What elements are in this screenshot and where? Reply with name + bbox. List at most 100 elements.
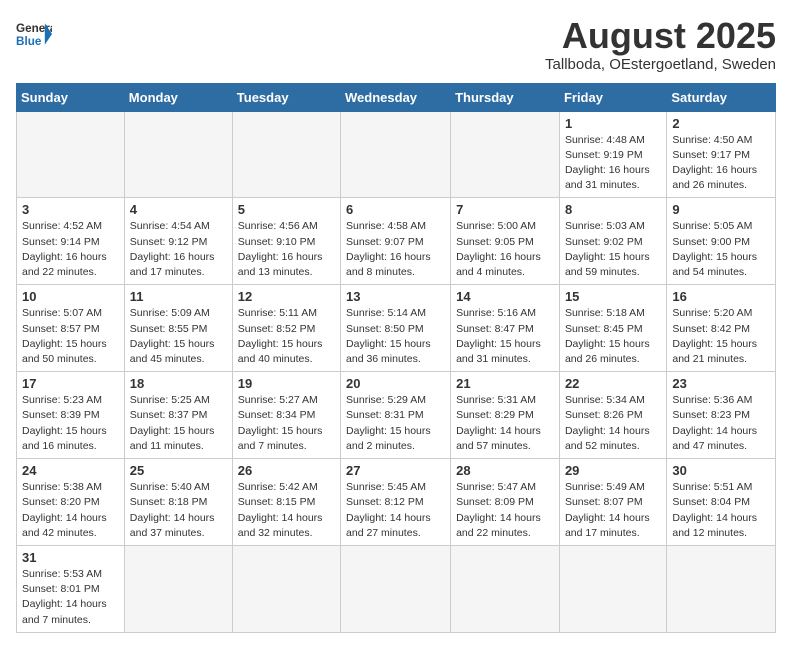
day-info: Sunrise: 4:50 AM Sunset: 9:17 PM Dayligh… bbox=[672, 133, 770, 194]
day-number: 29 bbox=[565, 463, 661, 478]
week-row-3: 10Sunrise: 5:07 AM Sunset: 8:57 PM Dayli… bbox=[17, 285, 776, 372]
week-row-4: 17Sunrise: 5:23 AM Sunset: 8:39 PM Dayli… bbox=[17, 372, 776, 459]
calendar-cell: 20 Sunrise: 5:29 AM Sunset: 8:31 PM Dayli… bbox=[341, 372, 451, 459]
day-info: Sunrise: 5:23 AM Sunset: 8:39 PM Dayligh… bbox=[22, 393, 119, 454]
day-number: 31 bbox=[22, 550, 119, 565]
calendar-cell bbox=[451, 545, 560, 632]
calendar-cell: 29 Sunrise: 5:49 AM Sunset: 8:07 PM Dayli… bbox=[559, 459, 666, 546]
calendar-cell: 28Sunrise: 5:47 AM Sunset: 8:09 PM Dayli… bbox=[451, 459, 560, 546]
weekday-header-friday: Friday bbox=[559, 83, 666, 111]
calendar-cell bbox=[559, 545, 666, 632]
day-info: Sunrise: 5:51 AM Sunset: 8:04 PM Dayligh… bbox=[672, 480, 770, 541]
calendar-cell: 17Sunrise: 5:23 AM Sunset: 8:39 PM Dayli… bbox=[17, 372, 125, 459]
day-number: 13 bbox=[346, 289, 445, 304]
calendar-cell: 11 Sunrise: 5:09 AM Sunset: 8:55 PM Dayli… bbox=[124, 285, 232, 372]
day-number: 18 bbox=[130, 376, 227, 391]
weekday-header-sunday: Sunday bbox=[17, 83, 125, 111]
calendar-cell: 4 Sunrise: 4:54 AM Sunset: 9:12 PM Daylig… bbox=[124, 198, 232, 285]
day-info: Sunrise: 5:27 AM Sunset: 8:34 PM Dayligh… bbox=[238, 393, 335, 454]
day-info: Sunrise: 4:48 AM Sunset: 9:19 PM Dayligh… bbox=[565, 133, 661, 194]
day-number: 21 bbox=[456, 376, 554, 391]
day-info: Sunrise: 5:36 AM Sunset: 8:23 PM Dayligh… bbox=[672, 393, 770, 454]
weekday-header-tuesday: Tuesday bbox=[232, 83, 340, 111]
day-number: 16 bbox=[672, 289, 770, 304]
logo: General Blue bbox=[16, 16, 52, 52]
day-info: Sunrise: 5:49 AM Sunset: 8:07 PM Dayligh… bbox=[565, 480, 661, 541]
day-info: Sunrise: 5:05 AM Sunset: 9:00 PM Dayligh… bbox=[672, 219, 770, 280]
week-row-1: 1Sunrise: 4:48 AM Sunset: 9:19 PM Daylig… bbox=[17, 111, 776, 198]
day-number: 7 bbox=[456, 202, 554, 217]
svg-text:Blue: Blue bbox=[16, 35, 42, 48]
logo-icon: General Blue bbox=[16, 16, 52, 52]
day-number: 11 bbox=[130, 289, 227, 304]
calendar-table: SundayMondayTuesdayWednesdayThursdayFrid… bbox=[16, 83, 776, 633]
day-info: Sunrise: 5:40 AM Sunset: 8:18 PM Dayligh… bbox=[130, 480, 227, 541]
day-info: Sunrise: 5:14 AM Sunset: 8:50 PM Dayligh… bbox=[346, 306, 445, 367]
calendar-cell bbox=[341, 545, 451, 632]
day-number: 3 bbox=[22, 202, 119, 217]
day-number: 27 bbox=[346, 463, 445, 478]
day-number: 4 bbox=[130, 202, 227, 217]
weekday-header-wednesday: Wednesday bbox=[341, 83, 451, 111]
calendar-cell bbox=[232, 545, 340, 632]
calendar-cell: 26 Sunrise: 5:42 AM Sunset: 8:15 PM Dayli… bbox=[232, 459, 340, 546]
day-info: Sunrise: 4:56 AM Sunset: 9:10 PM Dayligh… bbox=[238, 219, 335, 280]
day-info: Sunrise: 5:00 AM Sunset: 9:05 PM Dayligh… bbox=[456, 219, 554, 280]
calendar-cell bbox=[17, 111, 125, 198]
calendar-cell: 8Sunrise: 5:03 AM Sunset: 9:02 PM Daylig… bbox=[559, 198, 666, 285]
day-info: Sunrise: 5:45 AM Sunset: 8:12 PM Dayligh… bbox=[346, 480, 445, 541]
calendar-cell bbox=[341, 111, 451, 198]
day-number: 24 bbox=[22, 463, 119, 478]
calendar-cell: 30Sunrise: 5:51 AM Sunset: 8:04 PM Dayli… bbox=[667, 459, 776, 546]
week-row-5: 24 Sunrise: 5:38 AM Sunset: 8:20 PM Dayli… bbox=[17, 459, 776, 546]
calendar-cell: 6 Sunrise: 4:58 AM Sunset: 9:07 PM Daylig… bbox=[341, 198, 451, 285]
calendar-cell: 7 Sunrise: 5:00 AM Sunset: 9:05 PM Daylig… bbox=[451, 198, 560, 285]
day-number: 14 bbox=[456, 289, 554, 304]
day-number: 22 bbox=[565, 376, 661, 391]
day-info: Sunrise: 5:47 AM Sunset: 8:09 PM Dayligh… bbox=[456, 480, 554, 541]
day-info: Sunrise: 5:18 AM Sunset: 8:45 PM Dayligh… bbox=[565, 306, 661, 367]
day-number: 23 bbox=[672, 376, 770, 391]
day-number: 2 bbox=[672, 116, 770, 131]
day-number: 6 bbox=[346, 202, 445, 217]
day-info: Sunrise: 5:11 AM Sunset: 8:52 PM Dayligh… bbox=[238, 306, 335, 367]
day-info: Sunrise: 5:31 AM Sunset: 8:29 PM Dayligh… bbox=[456, 393, 554, 454]
title-block: August 2025 Tallboda, OEstergoetland, Sw… bbox=[545, 16, 776, 73]
header: General Blue August 2025 Tallboda, OEste… bbox=[16, 16, 776, 73]
day-number: 5 bbox=[238, 202, 335, 217]
day-info: Sunrise: 4:58 AM Sunset: 9:07 PM Dayligh… bbox=[346, 219, 445, 280]
calendar-cell: 18Sunrise: 5:25 AM Sunset: 8:37 PM Dayli… bbox=[124, 372, 232, 459]
day-info: Sunrise: 5:16 AM Sunset: 8:47 PM Dayligh… bbox=[456, 306, 554, 367]
day-number: 20 bbox=[346, 376, 445, 391]
day-info: Sunrise: 5:42 AM Sunset: 8:15 PM Dayligh… bbox=[238, 480, 335, 541]
day-number: 15 bbox=[565, 289, 661, 304]
calendar-cell: 19 Sunrise: 5:27 AM Sunset: 8:34 PM Dayli… bbox=[232, 372, 340, 459]
calendar-cell: 31Sunrise: 5:53 AM Sunset: 8:01 PM Dayli… bbox=[17, 545, 125, 632]
day-number: 8 bbox=[565, 202, 661, 217]
calendar-cell: 5 Sunrise: 4:56 AM Sunset: 9:10 PM Daylig… bbox=[232, 198, 340, 285]
weekday-header-monday: Monday bbox=[124, 83, 232, 111]
calendar-cell: 22Sunrise: 5:34 AM Sunset: 8:26 PM Dayli… bbox=[559, 372, 666, 459]
calendar-title: August 2025 bbox=[545, 16, 776, 56]
calendar-cell: 14 Sunrise: 5:16 AM Sunset: 8:47 PM Dayli… bbox=[451, 285, 560, 372]
day-info: Sunrise: 5:29 AM Sunset: 8:31 PM Dayligh… bbox=[346, 393, 445, 454]
calendar-subtitle: Tallboda, OEstergoetland, Sweden bbox=[545, 56, 776, 73]
calendar-cell: 23 Sunrise: 5:36 AM Sunset: 8:23 PM Dayli… bbox=[667, 372, 776, 459]
calendar-cell: 2 Sunrise: 4:50 AM Sunset: 9:17 PM Daylig… bbox=[667, 111, 776, 198]
calendar-cell: 16 Sunrise: 5:20 AM Sunset: 8:42 PM Dayli… bbox=[667, 285, 776, 372]
calendar-cell bbox=[124, 545, 232, 632]
weekday-header-thursday: Thursday bbox=[451, 83, 560, 111]
day-info: Sunrise: 5:09 AM Sunset: 8:55 PM Dayligh… bbox=[130, 306, 227, 367]
calendar-cell bbox=[451, 111, 560, 198]
day-info: Sunrise: 4:54 AM Sunset: 9:12 PM Dayligh… bbox=[130, 219, 227, 280]
day-number: 19 bbox=[238, 376, 335, 391]
week-row-6: 31Sunrise: 5:53 AM Sunset: 8:01 PM Dayli… bbox=[17, 545, 776, 632]
day-info: Sunrise: 5:20 AM Sunset: 8:42 PM Dayligh… bbox=[672, 306, 770, 367]
day-info: Sunrise: 5:38 AM Sunset: 8:20 PM Dayligh… bbox=[22, 480, 119, 541]
day-number: 26 bbox=[238, 463, 335, 478]
calendar-cell: 12Sunrise: 5:11 AM Sunset: 8:52 PM Dayli… bbox=[232, 285, 340, 372]
week-row-2: 3 Sunrise: 4:52 AM Sunset: 9:14 PM Daylig… bbox=[17, 198, 776, 285]
day-info: Sunrise: 4:52 AM Sunset: 9:14 PM Dayligh… bbox=[22, 219, 119, 280]
day-info: Sunrise: 5:07 AM Sunset: 8:57 PM Dayligh… bbox=[22, 306, 119, 367]
day-number: 9 bbox=[672, 202, 770, 217]
